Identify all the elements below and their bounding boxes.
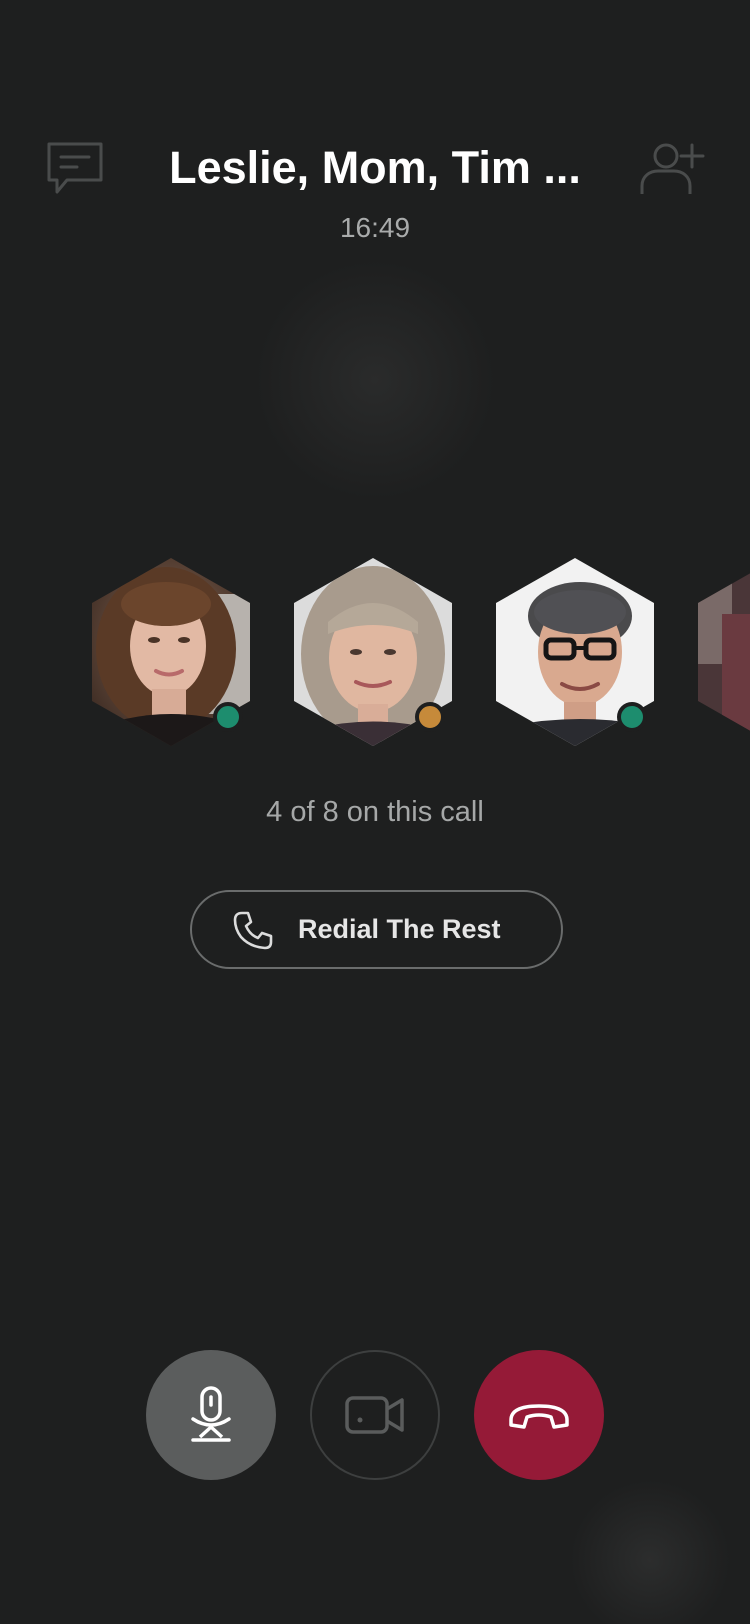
participant-avatar-leslie[interactable] [86, 554, 256, 750]
status-indicator-away [415, 702, 445, 732]
participant-avatar-partial[interactable] [692, 554, 750, 750]
participant-avatar-mom[interactable] [288, 554, 458, 750]
toggle-video-button[interactable] [310, 1350, 440, 1480]
participants-strip [0, 554, 750, 750]
microphone-icon [191, 1386, 231, 1442]
status-indicator-online [617, 702, 647, 732]
participant-avatar-tim[interactable] [490, 554, 660, 750]
call-timer: 16:49 [339, 212, 411, 243]
avatar-partial [698, 558, 750, 746]
redial-the-rest-button[interactable]: Redial The Rest [190, 890, 563, 969]
add-person-icon [640, 143, 705, 194]
mute-microphone-button[interactable] [146, 1350, 276, 1480]
phone-icon [233, 911, 273, 950]
call-screen: Leslie, Mom, Tim ... 16:49 4 of 8 on thi… [0, 0, 750, 1624]
status-indicator-online [213, 702, 243, 732]
call-participant-count: 4 of 8 on this call [266, 796, 484, 828]
redial-label: Redial The Rest [298, 914, 501, 944]
chat-bubble-icon [47, 142, 103, 194]
chat-button[interactable] [44, 138, 106, 198]
end-call-button[interactable] [474, 1350, 604, 1480]
video-camera-icon [345, 1396, 404, 1434]
call-title: Leslie, Mom, Tim ... [169, 142, 581, 193]
hang-up-icon [509, 1404, 569, 1429]
add-participant-button[interactable] [636, 138, 710, 200]
